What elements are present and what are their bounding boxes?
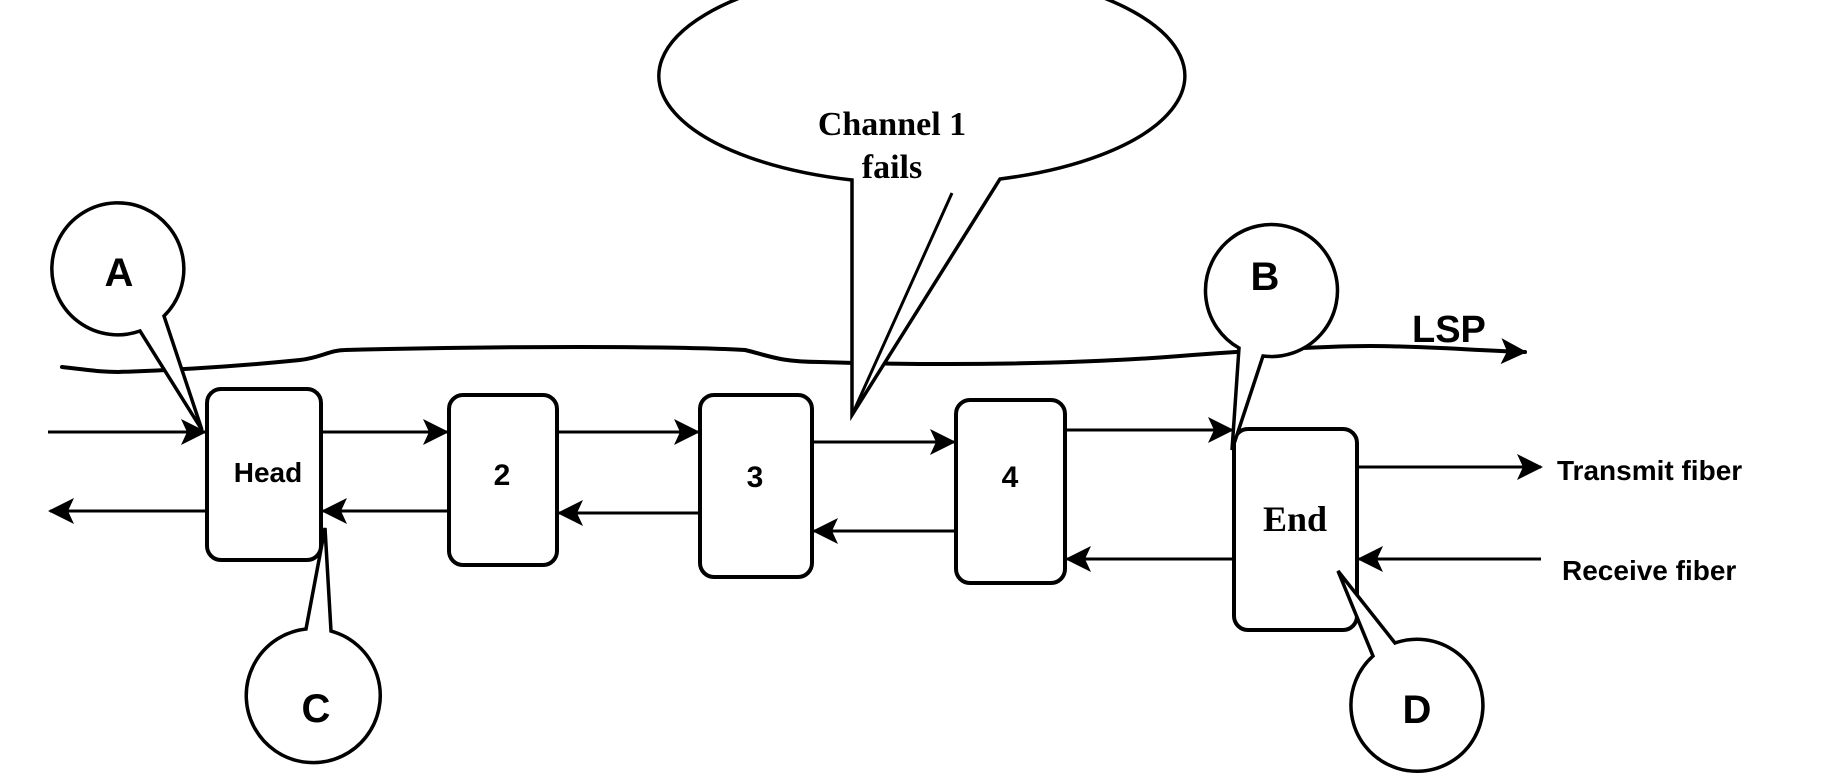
marker-c: C xyxy=(244,527,382,765)
lsp-label: LSP xyxy=(1412,309,1486,351)
network-diagram: LSP Transmit fiber Receive fiber Head 2 … xyxy=(48,0,1742,773)
node-3-label: 3 xyxy=(747,461,764,494)
node-2-label: 2 xyxy=(494,459,511,492)
node-4[interactable]: 4 xyxy=(954,398,1067,585)
callout-line1: Channel 1 xyxy=(818,106,966,143)
marker-b: B xyxy=(1203,222,1340,451)
marker-c-label: C xyxy=(302,687,331,731)
callout-channel-fails: Channel 1 fails xyxy=(657,0,1187,422)
node-head[interactable]: Head xyxy=(205,387,323,562)
node-3[interactable]: 3 xyxy=(698,393,814,579)
lsp-path xyxy=(60,338,1527,374)
receive-fiber-label: Receive fiber xyxy=(1562,555,1736,586)
marker-a-label: A xyxy=(105,251,134,295)
marker-b-label: B xyxy=(1251,255,1280,299)
node-4-label: 4 xyxy=(1002,461,1019,494)
node-end-label: End xyxy=(1263,499,1327,539)
node-2[interactable]: 2 xyxy=(447,393,559,567)
transmit-fiber-label: Transmit fiber xyxy=(1557,455,1742,486)
callout-line2: fails xyxy=(862,149,922,186)
marker-a: A xyxy=(50,201,204,431)
node-end[interactable]: End xyxy=(1232,427,1359,632)
marker-d: D xyxy=(1336,569,1485,773)
marker-d-label: D xyxy=(1403,688,1432,732)
node-head-label: Head xyxy=(234,457,302,488)
